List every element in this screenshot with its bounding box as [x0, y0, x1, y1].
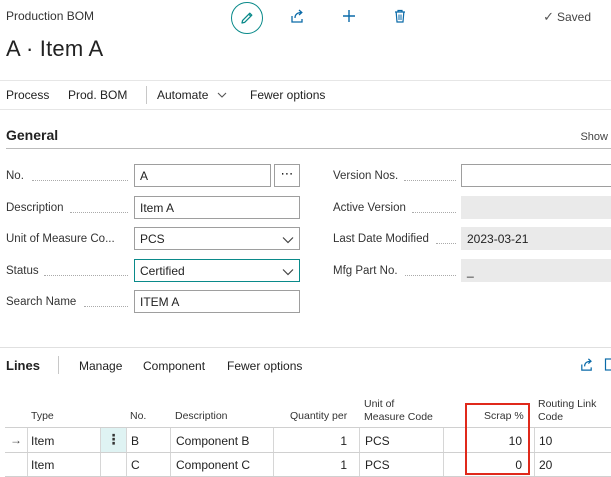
action-separator: [146, 86, 147, 104]
saved-label: Saved: [556, 10, 591, 24]
saved-status: ✓ Saved: [543, 9, 591, 25]
row-quantity-per[interactable]: 1: [276, 434, 347, 448]
row-menu-button[interactable]: ⋮: [101, 428, 126, 452]
leader-dots: [405, 275, 456, 276]
lines-action-component[interactable]: Component: [143, 359, 205, 373]
column-header-type[interactable]: Type: [31, 410, 54, 422]
expand-icon: [604, 358, 611, 371]
no-field[interactable]: A: [134, 164, 271, 187]
lines-expand-button[interactable]: [604, 357, 611, 372]
row-no[interactable]: C: [131, 458, 140, 472]
row-routing-link[interactable]: 10: [539, 434, 552, 448]
leader-dots: [32, 180, 128, 181]
general-section-title[interactable]: General: [6, 127, 58, 143]
field-label-mfg-part-no: Mfg Part No.: [333, 265, 398, 277]
lines-section-title[interactable]: Lines: [6, 358, 40, 373]
uom-value: PCS: [140, 232, 165, 246]
description-field[interactable]: Item A: [134, 196, 300, 219]
lines-share-button[interactable]: [579, 357, 594, 377]
uom-select[interactable]: PCS: [134, 227, 300, 250]
column-header-quantity-per[interactable]: Quantity per: [290, 410, 347, 422]
action-process[interactable]: Process: [6, 88, 49, 102]
chevron-down-icon: [282, 265, 294, 279]
last-date-modified-field: 2023-03-21: [461, 227, 611, 250]
page-caption: Production BOM: [6, 9, 95, 23]
leader-dots: [70, 212, 128, 213]
row-type[interactable]: Item: [31, 458, 54, 472]
chevron-down-icon: [282, 233, 294, 247]
row-description[interactable]: Component C: [176, 458, 250, 472]
status-select[interactable]: Certified: [134, 259, 300, 282]
lines-action-fewer-options[interactable]: Fewer options: [227, 359, 302, 373]
plus-icon: [343, 10, 355, 22]
column-header-uom-line2[interactable]: Measure Code: [364, 411, 433, 423]
column-header-no[interactable]: No.: [130, 410, 146, 422]
leader-dots: [44, 275, 128, 276]
delete-button[interactable]: [391, 7, 409, 25]
field-label-last-date-modified: Last Date Modified: [333, 233, 429, 245]
status-value: Certified: [140, 264, 185, 278]
field-label-search-name: Search Name: [6, 296, 77, 308]
field-label-status: Status: [6, 265, 39, 277]
field-label-no: No.: [6, 170, 24, 182]
more-vertical-icon: ⋮: [106, 431, 121, 447]
row-description[interactable]: Component B: [176, 434, 249, 448]
action-fewer-options[interactable]: Fewer options: [250, 88, 325, 102]
field-label-uom: Unit of Measure Co...: [6, 233, 115, 245]
field-label-version-nos: Version Nos.: [333, 170, 399, 182]
share-icon: [291, 9, 303, 23]
row-uom[interactable]: PCS: [365, 458, 390, 472]
scrap-column-highlight: [465, 403, 530, 475]
active-version-field: [461, 196, 611, 219]
share-icon: [581, 358, 592, 371]
leader-dots: [404, 180, 456, 181]
leader-dots: [436, 243, 456, 244]
new-button[interactable]: [340, 7, 358, 25]
lines-divider: [0, 347, 611, 348]
pencil-icon: [241, 12, 253, 24]
show-more-link[interactable]: Show: [580, 131, 608, 143]
lines-action-manage[interactable]: Manage: [79, 359, 122, 373]
column-header-routing-line1[interactable]: Routing Link: [538, 398, 596, 410]
field-label-active-version: Active Version: [333, 202, 406, 214]
row-routing-link[interactable]: 20: [539, 458, 552, 472]
action-prod-bom[interactable]: Prod. BOM: [68, 88, 127, 102]
column-header-description[interactable]: Description: [175, 410, 228, 422]
leader-dots: [412, 212, 456, 213]
leader-dots: [84, 306, 128, 307]
trash-icon: [395, 9, 405, 23]
page-title: A · Item A: [6, 36, 104, 61]
column-header-routing-line2[interactable]: Code: [538, 411, 563, 423]
field-label-description: Description: [6, 202, 64, 214]
chevron-down-icon: [217, 88, 227, 102]
action-automate[interactable]: Automate: [157, 88, 227, 102]
action-automate-label: Automate: [157, 88, 209, 102]
edit-button[interactable]: [231, 2, 263, 34]
row-quantity-per[interactable]: 1: [276, 458, 347, 472]
row-uom[interactable]: PCS: [365, 434, 390, 448]
ellipsis-icon: ⋯: [280, 166, 294, 181]
row-no[interactable]: B: [131, 434, 139, 448]
version-nos-select[interactable]: [461, 164, 611, 187]
search-name-field[interactable]: ITEM A: [134, 290, 300, 313]
assist-edit-button[interactable]: ⋯: [274, 164, 300, 187]
row-arrow-icon: →: [10, 433, 22, 447]
check-icon: ✓: [543, 9, 554, 24]
lines-separator: [58, 356, 59, 374]
row-type[interactable]: Item: [31, 434, 54, 448]
share-button[interactable]: [288, 7, 306, 25]
mfg-part-no-field: _: [461, 259, 611, 282]
general-divider: [6, 148, 611, 149]
column-header-uom-line1[interactable]: Unit of: [364, 398, 394, 410]
